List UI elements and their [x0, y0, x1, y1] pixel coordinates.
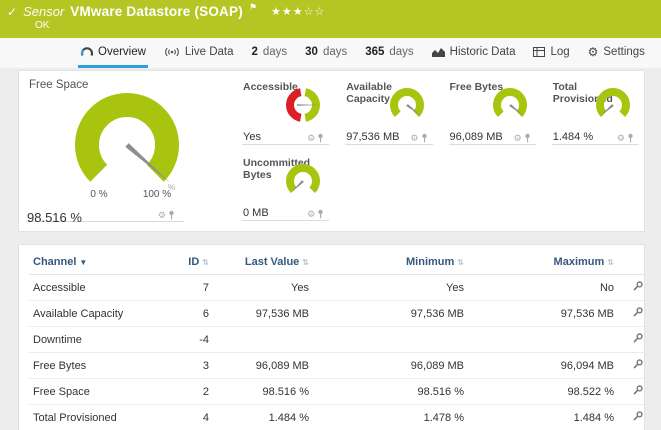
tab-settings[interactable]: ⚙ Settings: [586, 38, 647, 68]
tab-historic-label: Historic Data: [450, 46, 516, 58]
edit-channel-icon[interactable]: [632, 332, 644, 344]
tab-live-data-label: Live Data: [185, 46, 234, 58]
tab-overview[interactable]: Overview: [78, 38, 148, 68]
free-space-gauge: % 0 % 100 %: [27, 85, 227, 207]
channels-table: Channel▼ ID⇅ Last Value⇅ Minimum⇅ Maximu…: [29, 249, 646, 430]
table-row: Downtime -4: [29, 327, 646, 353]
sort-icon: ⇅: [457, 258, 464, 267]
pin-icon[interactable]: [524, 133, 531, 143]
table-row: Free Space 2 98.516 % 98.516 % 98.522 %: [29, 379, 646, 405]
pin-icon[interactable]: [168, 210, 175, 220]
col-maximum[interactable]: Maximum⇅: [468, 249, 618, 275]
tab-live-data[interactable]: Live Data: [162, 38, 236, 68]
sort-desc-icon: ▼: [79, 258, 87, 267]
table-header-row: Channel▼ ID⇅ Last Value⇅ Minimum⇅ Maximu…: [29, 249, 646, 275]
tab-settings-label: Settings: [603, 46, 645, 58]
pin-icon[interactable]: [627, 133, 634, 143]
tab-365-days[interactable]: 365 days: [363, 38, 415, 68]
tab-30-days[interactable]: 30 days: [303, 38, 349, 68]
gauges-panel: Free Space % 0 % 100 % 98.516 % ⚙ Access…: [18, 70, 645, 232]
sort-icon: ⇅: [302, 258, 309, 267]
gauge-settings-icon[interactable]: ⚙: [158, 211, 166, 220]
col-channel[interactable]: Channel▼: [29, 249, 177, 275]
gauge-settings-icon[interactable]: ⚙: [617, 134, 625, 143]
channel-name: Downtime: [29, 327, 177, 353]
col-edit: [618, 249, 646, 275]
table-row: Total Provisioned 4 1.484 % 1.478 % 1.48…: [29, 405, 646, 430]
edit-channel-icon[interactable]: [632, 358, 644, 370]
available-capacity-gauge: [384, 86, 430, 126]
tab-bar: Overview Live Data 2 days 30 days 365 da…: [0, 38, 661, 68]
divider: [345, 144, 432, 145]
table-row: Accessible 7 Yes Yes No: [29, 275, 646, 301]
tab-log[interactable]: Log: [531, 38, 571, 68]
gauge-available-capacity: Available Capacity 97,536 MB ⚙: [334, 75, 437, 151]
channel-name: Accessible: [29, 275, 177, 301]
free-space-value: 98.516 %: [27, 210, 82, 225]
gauge-settings-icon[interactable]: ⚙: [410, 134, 418, 143]
sensor-kind-label: Sensor: [23, 4, 64, 19]
log-icon: [533, 47, 545, 57]
divider: [242, 144, 329, 145]
sort-icon: ⇅: [607, 258, 614, 267]
gauge-settings-icon[interactable]: ⚙: [307, 210, 315, 219]
channel-name: Total Provisioned: [29, 405, 177, 430]
main-gauge-panel: Free Space % 0 % 100 % 98.516 % ⚙: [19, 71, 231, 231]
col-id[interactable]: ID⇅: [177, 249, 213, 275]
sort-icon: ⇅: [202, 258, 209, 267]
chart-icon: [432, 47, 445, 57]
divider: [242, 220, 329, 221]
sensor-header: ✓ Sensor VMware Datastore (SOAP) ⚑ ★★★☆☆…: [0, 0, 661, 38]
gauge-settings-icon[interactable]: ⚙: [307, 134, 315, 143]
sensor-title: VMware Datastore (SOAP): [70, 4, 243, 19]
col-last-value[interactable]: Last Value⇅: [213, 249, 313, 275]
tab-log-label: Log: [550, 46, 569, 58]
gear-icon: ⚙: [588, 45, 599, 59]
tab-historic-data[interactable]: Historic Data: [430, 38, 518, 68]
accessible-gauge: [280, 86, 326, 126]
tab-2-days[interactable]: 2 days: [249, 38, 289, 68]
gauge-settings-icon[interactable]: ⚙: [514, 134, 522, 143]
gauge-total-provisioned: Total Provisioned 1.484 % ⚙: [541, 75, 644, 151]
table-row: Available Capacity 6 97,536 MB 97,536 MB…: [29, 301, 646, 327]
priority-stars[interactable]: ★★★☆☆: [271, 5, 325, 18]
svg-text:0 %: 0 %: [90, 189, 107, 200]
channel-name: Free Space: [29, 379, 177, 405]
status-check-icon: ✓: [7, 5, 17, 19]
edit-channel-icon[interactable]: [632, 384, 644, 396]
tab-overview-label: Overview: [98, 46, 146, 58]
pin-icon[interactable]: [317, 209, 324, 219]
flag-icon[interactable]: ⚑: [249, 2, 257, 13]
edit-channel-icon[interactable]: [632, 306, 644, 318]
gauge-uncommitted-bytes: Uncommitted Bytes 0 MB ⚙: [231, 151, 334, 227]
total-provisioned-gauge: [590, 86, 636, 126]
gauge-free-bytes: Free Bytes 96,089 MB ⚙: [438, 75, 541, 151]
channels-table-panel: Channel▼ ID⇅ Last Value⇅ Minimum⇅ Maximu…: [18, 244, 645, 430]
free-bytes-gauge: [487, 86, 533, 126]
small-gauges-grid: Accessible Yes ⚙ Available Capacity: [231, 71, 644, 231]
divider: [449, 144, 536, 145]
svg-text:100 %: 100 %: [143, 189, 171, 200]
edit-channel-icon[interactable]: [632, 410, 644, 422]
col-minimum[interactable]: Minimum⇅: [313, 249, 468, 275]
prtg-sensor-page: { "icons": { "check": "✓", "flag": "⚑", …: [0, 0, 661, 430]
edit-channel-icon[interactable]: [632, 280, 644, 292]
gauge-accessible: Accessible Yes ⚙: [231, 75, 334, 151]
pin-icon[interactable]: [317, 133, 324, 143]
divider: [552, 144, 639, 145]
uncommitted-bytes-gauge: [280, 162, 326, 202]
signal-icon: [164, 47, 180, 57]
channel-name: Available Capacity: [29, 301, 177, 327]
channel-name: Free Bytes: [29, 353, 177, 379]
status-badge: OK: [35, 20, 653, 31]
table-row: Free Bytes 3 96,089 MB 96,089 MB 96,094 …: [29, 353, 646, 379]
overview-gauge-icon: [80, 46, 93, 57]
pin-icon[interactable]: [421, 133, 428, 143]
